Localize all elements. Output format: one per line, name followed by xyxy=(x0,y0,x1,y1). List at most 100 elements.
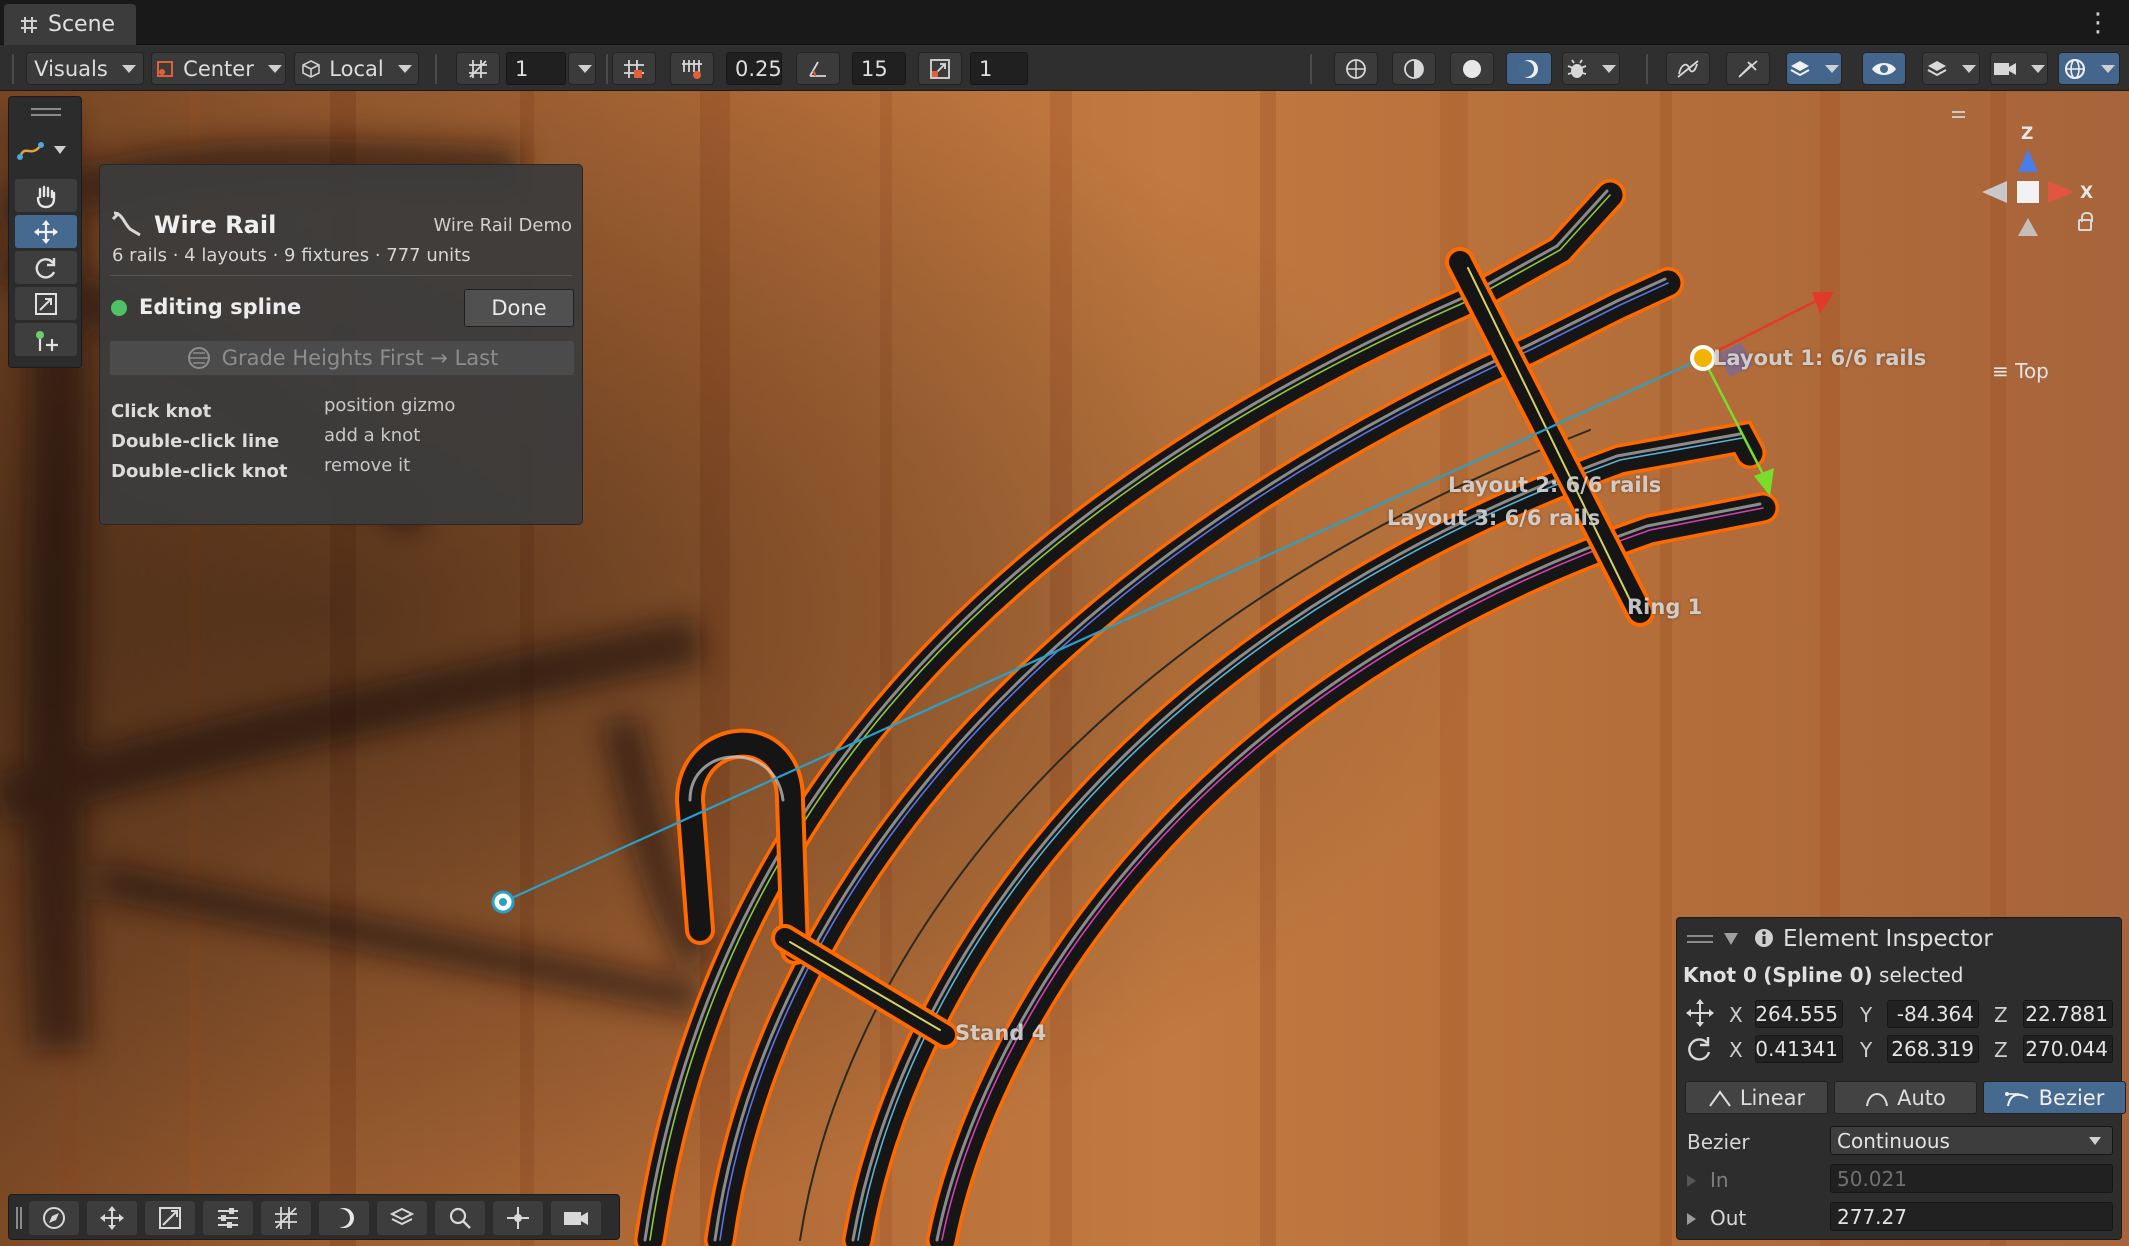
gizmos-dropdown[interactable] xyxy=(2058,52,2120,85)
wire-rail-panel: Wire Rail Wire Rail Demo 6 rails · 4 lay… xyxy=(99,164,583,525)
kebab-menu-icon[interactable]: ⋮ xyxy=(2085,8,2111,38)
lock-icon[interactable] xyxy=(2078,212,2093,231)
debug-draw-dropdown[interactable] xyxy=(1562,52,1620,85)
increment-snap-field[interactable]: 0.25 xyxy=(726,52,782,85)
collapse-triangle-icon[interactable] xyxy=(1723,932,1739,946)
palette-handle-icon[interactable] xyxy=(29,105,63,119)
toggle-2d-button[interactable] xyxy=(1666,52,1710,85)
lit-sphere-icon xyxy=(332,1208,354,1228)
visuals-dropdown[interactable]: Visuals xyxy=(26,52,144,85)
move-view-button[interactable] xyxy=(87,1201,137,1235)
layers-toggle-button[interactable] xyxy=(377,1201,427,1235)
tangent-linear-button[interactable]: Linear xyxy=(1685,1081,1828,1114)
grid-snap-icon xyxy=(275,1207,297,1229)
toggle-fx-button[interactable] xyxy=(1726,52,1770,85)
layers-icon xyxy=(389,1207,415,1226)
tab-scene[interactable]: Scene xyxy=(4,4,136,45)
frame-view-button[interactable] xyxy=(145,1201,195,1235)
view-name: Top xyxy=(2015,359,2049,383)
rotation-x-field[interactable]: 0.41341 xyxy=(1755,1035,1843,1063)
shading-shaded-button[interactable] xyxy=(1450,52,1494,85)
pivot-dropdown[interactable]: Center xyxy=(151,52,286,85)
camera-dropdown[interactable] xyxy=(1990,52,2048,85)
space-dropdown[interactable]: Local xyxy=(294,52,419,85)
navigate-button[interactable] xyxy=(29,1201,79,1235)
scene-grid-icon xyxy=(21,16,37,33)
in-tangent-label[interactable]: In xyxy=(1687,1168,1729,1192)
fx-off-icon xyxy=(1677,59,1699,78)
shading-shaded-wireframe-button[interactable] xyxy=(1392,52,1436,85)
gizmo-x-label: X xyxy=(2080,183,2093,203)
position-y-field[interactable]: -84.364 xyxy=(1887,1000,1979,1028)
rotate-snap-icon xyxy=(809,61,826,77)
edit-status: Editing spline xyxy=(139,295,302,319)
shaded-sphere-icon xyxy=(1463,59,1481,78)
in-label-text: In xyxy=(1710,1168,1729,1192)
grid-snap-button[interactable] xyxy=(456,52,500,85)
scale-tool-button[interactable] xyxy=(15,287,77,320)
selected-knot: Knot 0 xyxy=(1683,963,1757,987)
rotation-y-field[interactable]: 268.319 xyxy=(1887,1035,1979,1063)
scale-snap-icon xyxy=(930,58,950,79)
expand-triangle-icon xyxy=(1687,1213,1696,1225)
pivot-snap-button[interactable] xyxy=(493,1201,543,1235)
done-button[interactable]: Done xyxy=(464,289,574,327)
pivot-cross-icon xyxy=(507,1207,529,1229)
shaded-wireframe-icon xyxy=(1404,58,1424,79)
increment-snap-icon xyxy=(682,59,702,79)
rotation-z-field[interactable]: 270.044 xyxy=(2023,1035,2113,1063)
out-label-text: Out xyxy=(1710,1206,1747,1230)
bottom-overlay-toolbar xyxy=(8,1194,620,1240)
tangent-auto-button[interactable]: Auto xyxy=(1834,1081,1977,1114)
hint-action: remove it xyxy=(324,455,411,476)
scale-snap-button[interactable] xyxy=(918,52,962,85)
selected-spline: (Spline 0) xyxy=(1763,963,1873,987)
rotate-tool-button[interactable] xyxy=(15,251,77,284)
scale-snap-field[interactable]: 1 xyxy=(970,52,1028,85)
tangent-bezier-button[interactable]: Bezier xyxy=(1983,1081,2126,1114)
grid-toggle-button[interactable] xyxy=(261,1201,311,1235)
grid-size-dropdown[interactable] xyxy=(568,52,596,85)
align-grid-button[interactable] xyxy=(612,52,656,85)
overlays-dropdown[interactable] xyxy=(1786,52,1842,85)
lighting-toggle-button[interactable] xyxy=(319,1201,369,1235)
shading-lit-button[interactable] xyxy=(1506,52,1552,85)
view-mode-label[interactable]: ≡ Top xyxy=(1992,359,2049,383)
grid-size-field[interactable]: 1 xyxy=(506,52,566,85)
scene-toolbar: Visuals Center Local 1 0.25 15 1 xyxy=(0,45,2129,91)
camera-view-button[interactable] xyxy=(551,1201,601,1235)
settings-sliders-button[interactable] xyxy=(203,1201,253,1235)
selection-summary: Knot 0 (Spline 0) selected xyxy=(1683,963,1963,987)
bezier-mode-select[interactable]: Continuous xyxy=(1830,1126,2113,1155)
scene-visibility-button[interactable] xyxy=(1862,52,1906,85)
grid-snap-icon xyxy=(469,59,487,78)
layers-dropdown[interactable] xyxy=(1922,52,1980,85)
position-x-field[interactable]: 264.555 xyxy=(1755,1000,1843,1028)
eye-icon xyxy=(1872,62,1896,75)
search-button[interactable] xyxy=(435,1201,485,1235)
hint-key: Double-click knot xyxy=(111,461,288,482)
hand-tool-button[interactable] xyxy=(15,179,77,212)
layout-3-label: Layout 3: 6/6 rails xyxy=(1387,506,1601,530)
hand-icon xyxy=(36,185,56,208)
move-tool-button[interactable] xyxy=(15,215,77,248)
grade-heights-button[interactable]: Grade Heights First → Last xyxy=(109,340,575,376)
out-tangent-label[interactable]: Out xyxy=(1687,1206,1746,1230)
rotate-snap-field[interactable]: 15 xyxy=(852,52,906,85)
lit-sphere-icon xyxy=(1518,59,1538,78)
add-knot-tool-button[interactable] xyxy=(15,323,77,356)
rotate-snap-button[interactable] xyxy=(796,52,840,85)
toolbar-handle xyxy=(12,54,14,84)
out-tangent-field[interactable]: 277.27 xyxy=(1830,1202,2113,1231)
auto-tangent-icon xyxy=(1866,1092,1889,1106)
toolbar-handle-icon[interactable] xyxy=(15,1205,23,1231)
visuals-label: Visuals xyxy=(34,56,108,81)
position-z-field[interactable]: 22.7881 xyxy=(2023,1000,2113,1028)
layout-1-label: Layout 1: 6/6 rails xyxy=(1713,346,1927,370)
spline-tool-dropdown[interactable] xyxy=(17,133,77,167)
panel-divider xyxy=(110,275,572,276)
linear-tangent-icon xyxy=(1709,1089,1731,1107)
shading-wireframe-button[interactable] xyxy=(1334,52,1378,85)
drag-handle-icon[interactable] xyxy=(1685,932,1715,946)
increment-snap-button[interactable] xyxy=(670,52,714,85)
